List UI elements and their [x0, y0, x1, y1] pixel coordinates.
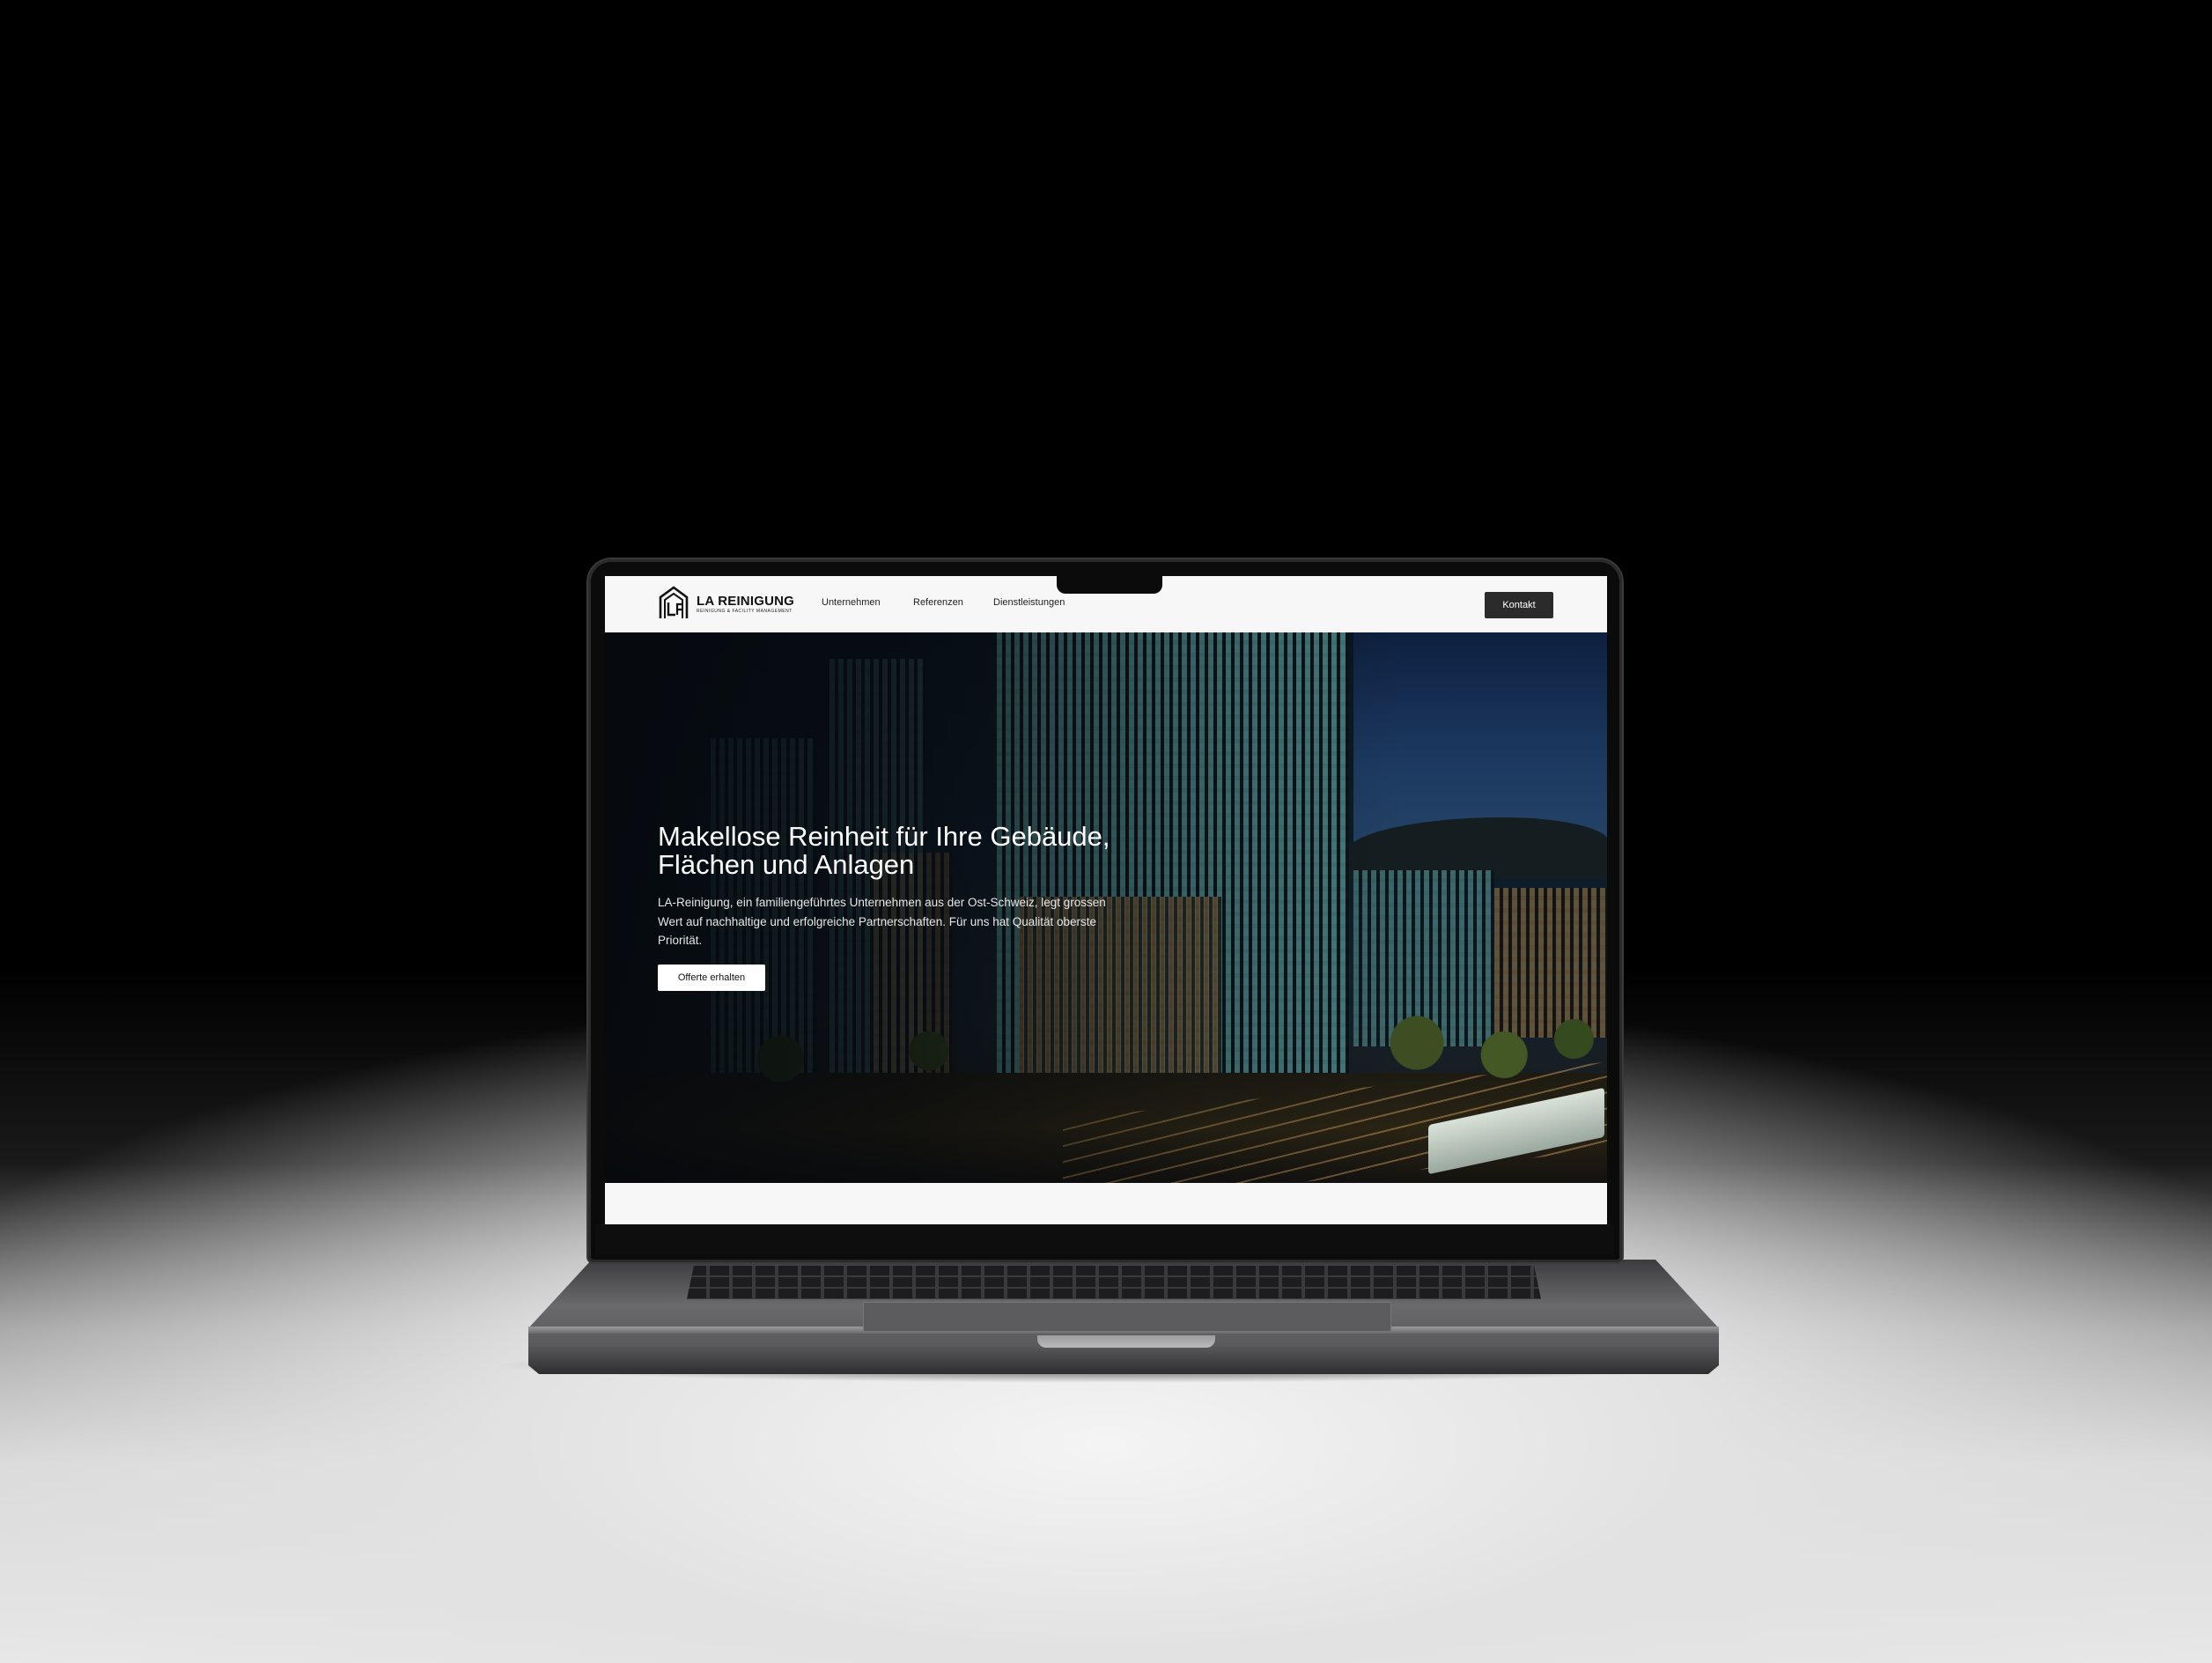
logo-title[interactable]: LA REINIGUNG	[697, 594, 794, 609]
logo-subtitle: Reinigung & Facility Management	[697, 609, 793, 614]
hero-title-line-2: Flächen und Anlagen	[658, 849, 915, 880]
hero-title-line-1: Makellose Reinheit für Ihre Gebäude,	[658, 821, 1110, 852]
laptop-thumb-notch	[1037, 1335, 1215, 1348]
hero-title: Makellose Reinheit für Ihre Gebäude, Flä…	[658, 823, 1204, 879]
house-logo-icon[interactable]	[658, 585, 689, 620]
laptop-bezel-bottom	[595, 1224, 1615, 1254]
laptop-keyboard	[687, 1266, 1541, 1299]
contact-button[interactable]: Kontakt	[1485, 592, 1553, 618]
camera-notch	[1057, 574, 1162, 594]
nav-link-referenzen[interactable]: Referenzen	[913, 597, 963, 608]
nav-link-unternehmen[interactable]: Unternehmen	[822, 597, 881, 608]
nav-link-dienstleistungen[interactable]: Dienstleistungen	[993, 597, 1065, 608]
laptop-screen: LA REINIGUNG Reinigung & Facility Manage…	[605, 576, 1607, 1224]
next-section	[605, 1183, 1607, 1224]
quote-button[interactable]: Offerte erhalten	[658, 965, 765, 991]
laptop-trackpad	[863, 1302, 1391, 1332]
hero-section: Makellose Reinheit für Ihre Gebäude, Flä…	[605, 632, 1607, 1183]
hero-description: LA-Reinigung, ein familiengeführtes Unte…	[658, 896, 1106, 947]
